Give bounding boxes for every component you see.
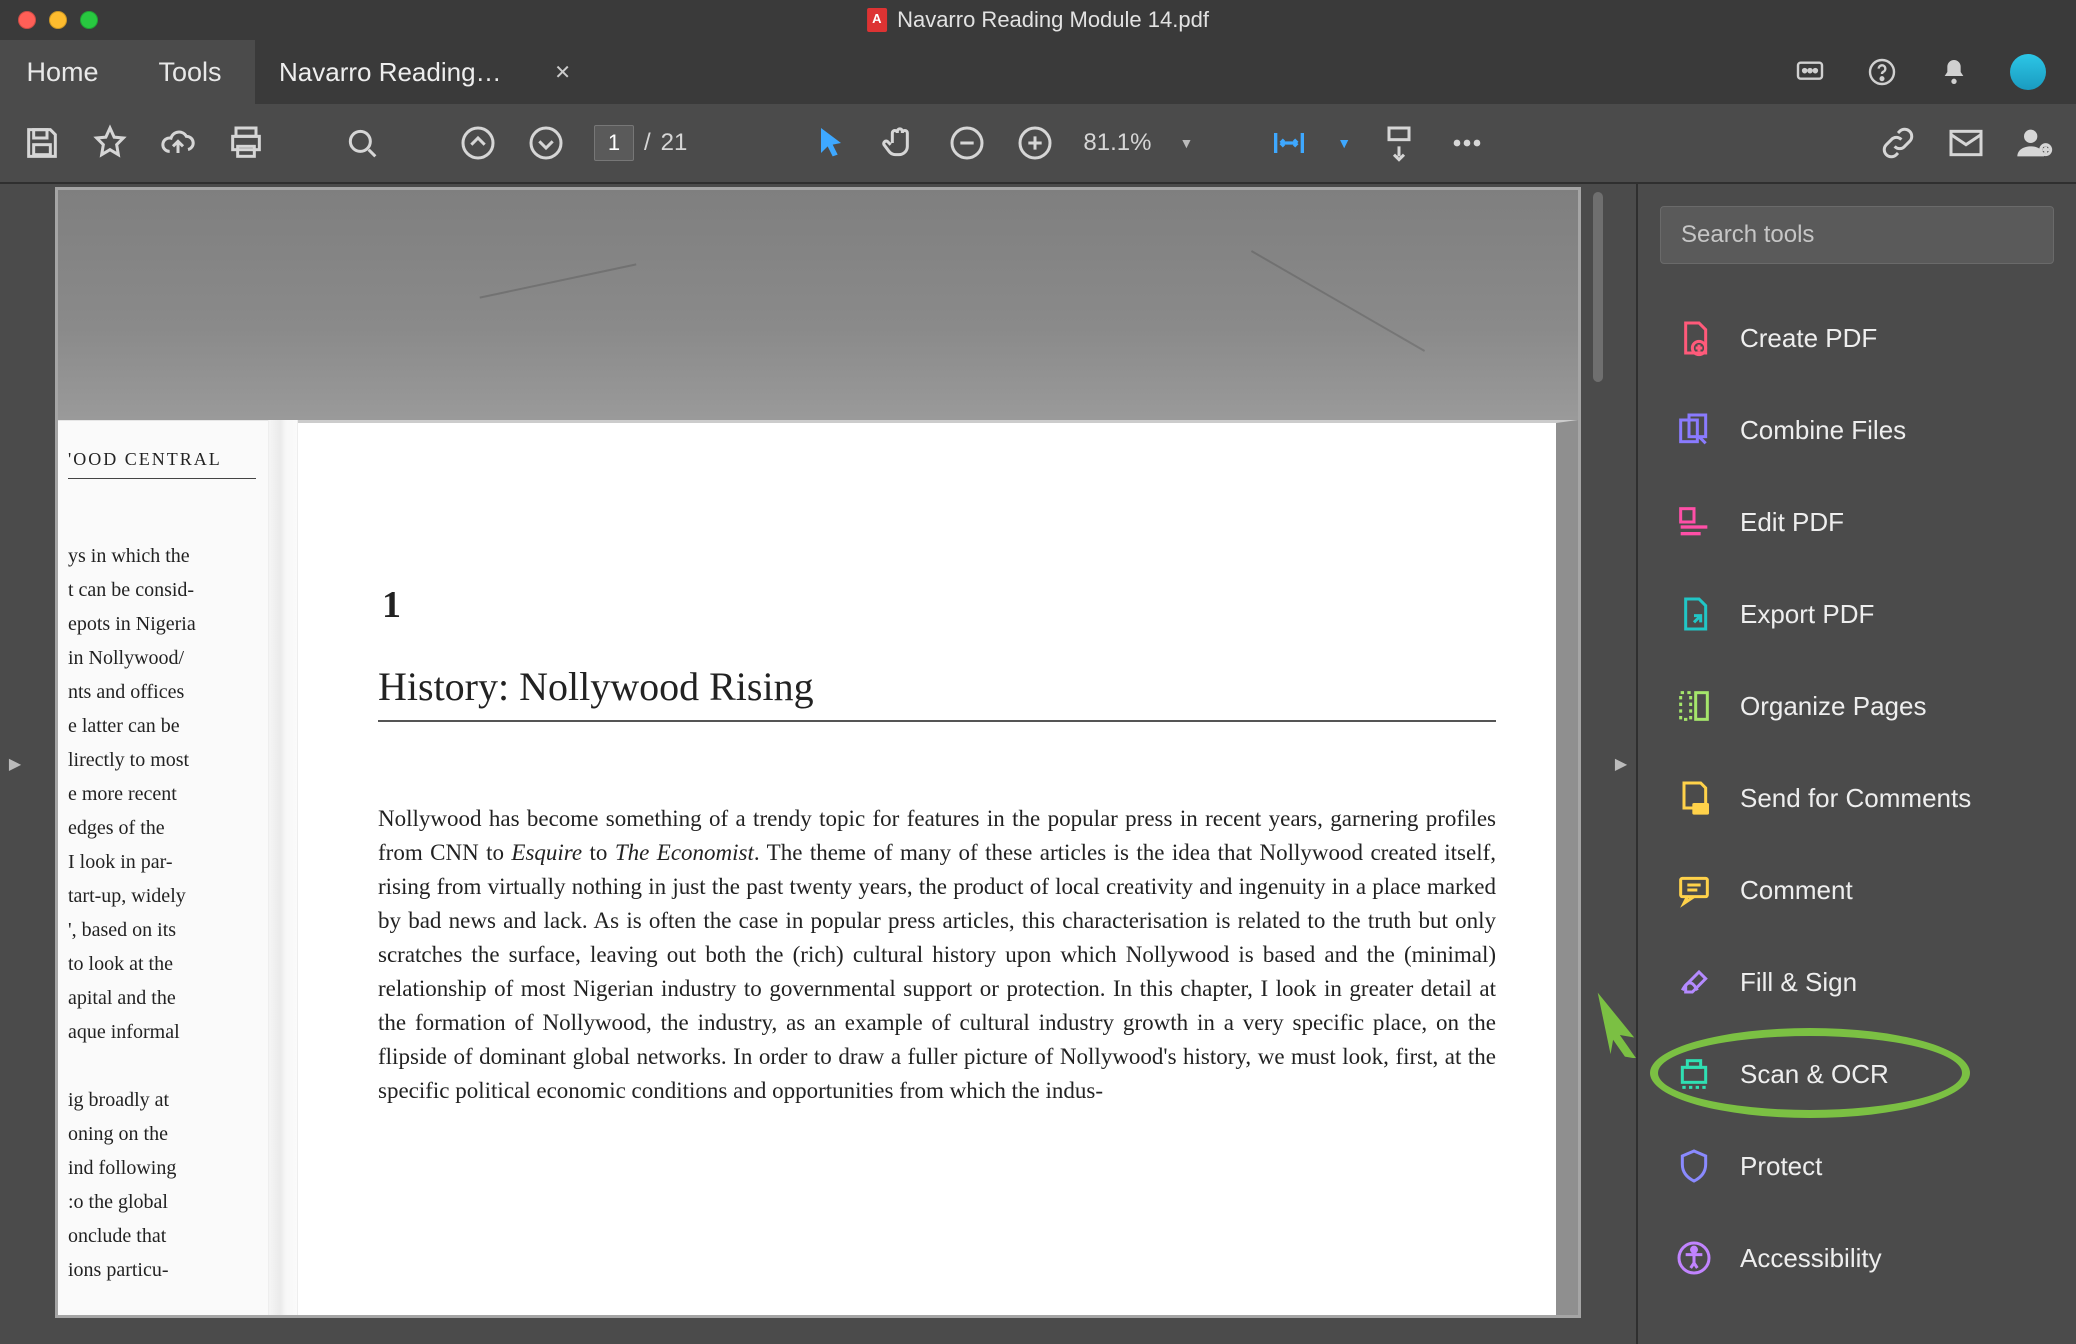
- book-spine: [268, 420, 298, 1315]
- tool-label: Combine Files: [1740, 415, 1906, 446]
- tool-edit-pdf[interactable]: Edit PDF: [1660, 476, 2054, 568]
- page-total: 21: [661, 129, 688, 157]
- tab-file-label: Navarro Reading…: [279, 57, 502, 88]
- organize-pages-icon: [1674, 686, 1714, 726]
- pan-hand-icon[interactable]: [879, 123, 919, 163]
- page-1: 'OOD CENTRAL ys in which thet can be con…: [58, 190, 1578, 1315]
- more-tools-icon[interactable]: [1447, 123, 1487, 163]
- bell-icon[interactable]: [1938, 56, 1970, 88]
- tool-combine-files[interactable]: Combine Files: [1660, 384, 2054, 476]
- fit-width-icon[interactable]: [1269, 123, 1309, 163]
- tool-label: Export PDF: [1740, 599, 1874, 630]
- tool-fill-sign[interactable]: Fill & Sign: [1660, 936, 2054, 1028]
- close-window-icon[interactable]: [18, 11, 36, 29]
- tool-label: Edit PDF: [1740, 507, 1844, 538]
- tool-create-pdf[interactable]: Create PDF: [1660, 292, 2054, 384]
- pdf-file-icon: [867, 8, 887, 32]
- tab-tools[interactable]: Tools: [125, 40, 255, 104]
- tool-label: Scan & OCR: [1740, 1059, 1889, 1090]
- tool-label: Fill & Sign: [1740, 967, 1857, 998]
- accessibility-icon: [1674, 1238, 1714, 1278]
- page-up-icon[interactable]: [458, 123, 498, 163]
- page-slash: /: [644, 129, 651, 157]
- zoom-dropdown-icon[interactable]: ▼: [1179, 135, 1193, 151]
- window-controls: [18, 11, 98, 29]
- create-pdf-icon: [1674, 318, 1714, 358]
- running-header: 'OOD CENTRAL: [68, 449, 256, 479]
- tool-label: Accessibility: [1740, 1243, 1882, 1274]
- save-icon[interactable]: [22, 123, 62, 163]
- main-toolbar: 1 / 21 81.1% ▼ ▼: [0, 104, 2076, 184]
- cloud-upload-icon[interactable]: [158, 123, 198, 163]
- tab-bar: Home Tools Navarro Reading… ✕: [0, 40, 2076, 104]
- edit-pdf-icon: [1674, 502, 1714, 542]
- search-tools-input[interactable]: Search tools: [1660, 206, 2054, 264]
- close-tab-icon[interactable]: ✕: [554, 60, 571, 85]
- tool-protect[interactable]: Protect: [1660, 1120, 2054, 1212]
- tool-label: Send for Comments: [1740, 783, 1971, 814]
- window-title: Navarro Reading Module 14.pdf: [867, 7, 1209, 33]
- page-current-input[interactable]: 1: [594, 125, 634, 161]
- tool-label: Comment: [1740, 875, 1853, 906]
- scrolling-mode-icon[interactable]: [1379, 123, 1419, 163]
- highlight-arrow-icon: [1584, 988, 1654, 1058]
- tool-label: Protect: [1740, 1151, 1822, 1182]
- selection-cursor-icon[interactable]: [811, 123, 851, 163]
- chapter-title: History: Nollywood Rising: [378, 663, 1496, 710]
- chapter-number: 1: [382, 583, 1496, 627]
- book-right-page: 1 History: Nollywood Rising Nollywood ha…: [298, 420, 1578, 1315]
- tab-home[interactable]: Home: [0, 40, 125, 104]
- tool-label: Organize Pages: [1740, 691, 1926, 722]
- fill-sign-icon: [1674, 962, 1714, 1002]
- right-panel-toggle[interactable]: ▶: [1606, 184, 1636, 1344]
- tool-export-pdf[interactable]: Export PDF: [1660, 568, 2054, 660]
- scan-margin: [58, 190, 1578, 420]
- left-truncated-text: ys in which thet can be consid-epots in …: [68, 539, 256, 1287]
- scrollbar-thumb[interactable]: [1593, 192, 1603, 382]
- share-people-icon[interactable]: [2014, 123, 2054, 163]
- window-title-text: Navarro Reading Module 14.pdf: [897, 7, 1209, 33]
- zoom-in-icon[interactable]: [1015, 123, 1055, 163]
- tool-comment[interactable]: Comment: [1660, 844, 2054, 936]
- tools-list: Create PDF Combine Files Edit PDF Export PD…: [1660, 292, 2054, 1304]
- chapter-rule: [378, 720, 1496, 722]
- send-for-comments-icon: [1674, 778, 1714, 818]
- tab-file[interactable]: Navarro Reading… ✕: [255, 40, 595, 104]
- account-avatar[interactable]: [2010, 54, 2046, 90]
- window-titlebar: Navarro Reading Module 14.pdf: [0, 0, 2076, 40]
- tool-send-for-comments[interactable]: Send for Comments: [1660, 752, 2054, 844]
- print-icon[interactable]: [226, 123, 266, 163]
- chat-icon[interactable]: [1794, 56, 1826, 88]
- link-share-icon[interactable]: [1878, 123, 1918, 163]
- export-pdf-icon: [1674, 594, 1714, 634]
- find-icon[interactable]: [342, 123, 382, 163]
- zoom-window-icon[interactable]: [80, 11, 98, 29]
- email-icon[interactable]: [1946, 123, 1986, 163]
- page-indicator: 1 / 21: [594, 125, 687, 161]
- comment-icon: [1674, 870, 1714, 910]
- tab-toolbar-right: [595, 40, 2076, 104]
- page-down-icon[interactable]: [526, 123, 566, 163]
- minimize-window-icon[interactable]: [49, 11, 67, 29]
- book-left-page: 'OOD CENTRAL ys in which thet can be con…: [58, 420, 268, 1315]
- fit-dropdown-icon[interactable]: ▼: [1337, 135, 1351, 151]
- chapter-body: Nollywood has become something of a tren…: [378, 802, 1496, 1108]
- tools-panel: Search tools Create PDF Combine Files Edit…: [1636, 184, 2076, 1344]
- zoom-value[interactable]: 81.1%: [1083, 129, 1151, 157]
- tool-organize-pages[interactable]: Organize Pages: [1660, 660, 2054, 752]
- zoom-out-icon[interactable]: [947, 123, 987, 163]
- scan-ocr-icon: [1674, 1054, 1714, 1094]
- combine-files-icon: [1674, 410, 1714, 450]
- help-icon[interactable]: [1866, 56, 1898, 88]
- star-icon[interactable]: [90, 123, 130, 163]
- tool-label: Create PDF: [1740, 323, 1877, 354]
- tool-accessibility[interactable]: Accessibility: [1660, 1212, 2054, 1304]
- protect-icon: [1674, 1146, 1714, 1186]
- document-viewport[interactable]: 'OOD CENTRAL ys in which thet can be con…: [30, 184, 1606, 1344]
- left-panel-toggle[interactable]: ▶: [0, 184, 30, 1344]
- tool-scan-ocr[interactable]: Scan & OCR: [1660, 1028, 2054, 1120]
